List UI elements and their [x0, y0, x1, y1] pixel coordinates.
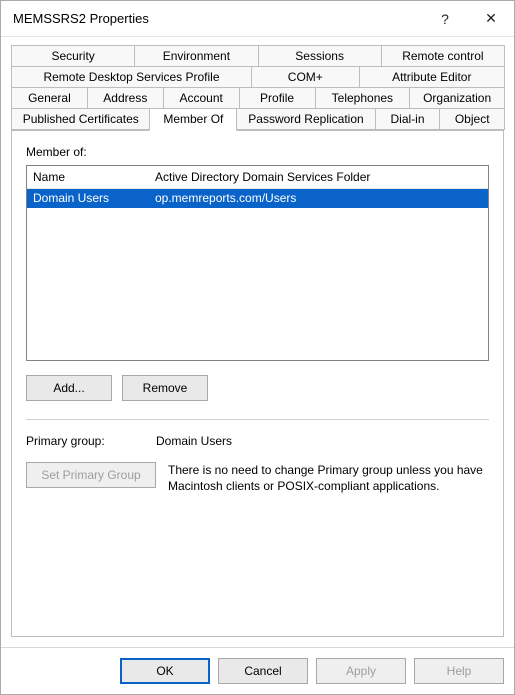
tab-remote-control[interactable]: Remote control	[381, 45, 505, 66]
add-button[interactable]: Add...	[26, 375, 112, 401]
set-primary-group-button: Set Primary Group	[26, 462, 156, 488]
apply-button: Apply	[316, 658, 406, 684]
window-title: MEMSSRS2 Properties	[13, 11, 422, 26]
tab-com-plus[interactable]: COM+	[251, 66, 360, 87]
tab-dial-in[interactable]: Dial-in	[375, 108, 441, 130]
dialog-buttons: OK Cancel Apply Help	[1, 647, 514, 694]
close-icon[interactable]: ✕	[468, 1, 514, 37]
tab-security[interactable]: Security	[11, 45, 135, 66]
primary-group-label: Primary group:	[26, 434, 136, 448]
tab-telephones[interactable]: Telephones	[315, 87, 411, 108]
help-button: Help	[414, 658, 504, 684]
tab-password-replication[interactable]: Password Replication	[236, 108, 375, 130]
tab-row-1: Security Environment Sessions Remote con…	[11, 45, 504, 66]
column-folder[interactable]: Active Directory Domain Services Folder	[155, 170, 482, 184]
tab-row-2: Remote Desktop Services Profile COM+ Att…	[11, 66, 504, 87]
dialog-content: Security Environment Sessions Remote con…	[1, 37, 514, 647]
titlebar: MEMSSRS2 Properties ? ✕	[1, 1, 514, 37]
primary-group-note-row: Set Primary Group There is no need to ch…	[26, 462, 489, 494]
primary-group-row: Primary group: Domain Users	[26, 434, 489, 448]
list-header: Name Active Directory Domain Services Fo…	[27, 166, 488, 189]
tab-strip: Security Environment Sessions Remote con…	[11, 45, 504, 130]
tab-organization[interactable]: Organization	[409, 87, 505, 108]
tab-environment[interactable]: Environment	[134, 45, 258, 66]
member-of-label: Member of:	[26, 145, 489, 159]
list-item-path: op.memreports.com/Users	[155, 191, 482, 205]
remove-button[interactable]: Remove	[122, 375, 208, 401]
tab-sessions[interactable]: Sessions	[258, 45, 382, 66]
list-item[interactable]: Domain Users op.memreports.com/Users	[27, 189, 488, 208]
tab-account[interactable]: Account	[163, 87, 240, 108]
tab-attribute-editor[interactable]: Attribute Editor	[359, 66, 505, 87]
primary-group-note: There is no need to change Primary group…	[168, 462, 489, 494]
primary-group-value: Domain Users	[156, 434, 232, 448]
tab-row-3: General Address Account Profile Telephon…	[11, 87, 504, 108]
tab-address[interactable]: Address	[87, 87, 164, 108]
help-icon[interactable]: ?	[422, 1, 468, 37]
tab-general[interactable]: General	[11, 87, 88, 108]
tab-member-of[interactable]: Member Of	[149, 108, 237, 131]
membership-list[interactable]: Name Active Directory Domain Services Fo…	[26, 165, 489, 361]
tab-row-4: Published Certificates Member Of Passwor…	[11, 108, 504, 130]
tab-profile[interactable]: Profile	[239, 87, 316, 108]
list-item-name: Domain Users	[33, 191, 155, 205]
column-name[interactable]: Name	[33, 170, 155, 184]
tab-object[interactable]: Object	[439, 108, 505, 130]
cancel-button[interactable]: Cancel	[218, 658, 308, 684]
tab-body-member-of: Member of: Name Active Directory Domain …	[11, 130, 504, 637]
divider	[26, 419, 489, 420]
tab-rds-profile[interactable]: Remote Desktop Services Profile	[11, 66, 252, 87]
ok-button[interactable]: OK	[120, 658, 210, 684]
membership-buttons: Add... Remove	[26, 375, 489, 401]
properties-dialog: MEMSSRS2 Properties ? ✕ Security Environ…	[0, 0, 515, 695]
tab-published-certificates[interactable]: Published Certificates	[11, 108, 150, 130]
